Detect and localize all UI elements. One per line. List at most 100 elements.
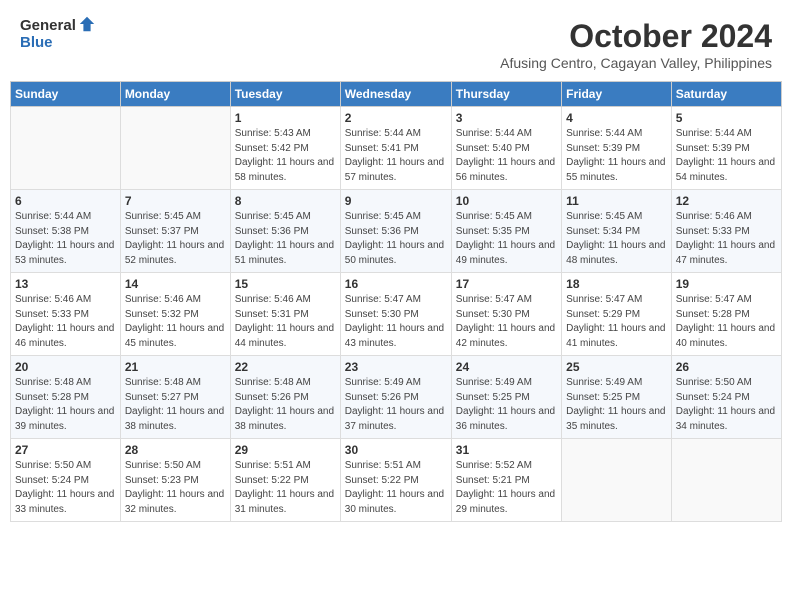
calendar-cell: 3 Sunrise: 5:44 AMSunset: 5:40 PMDaylight… [451, 107, 561, 190]
calendar-cell: 25Sunrise: 5:49 AMSunset: 5:25 PMDayligh… [562, 356, 672, 439]
day-detail: Sunrise: 5:44 AMSunset: 5:39 PMDaylight:… [676, 127, 777, 185]
day-number: 16 [345, 277, 447, 291]
calendar-cell: 1Sunrise: 5:43 AMSunset: 5:42 PMDaylight… [230, 107, 340, 190]
day-number: 30 [345, 443, 447, 457]
logo-blue-text: Blue [20, 35, 96, 52]
day-number: 17 [456, 277, 557, 291]
day-number: 26 [676, 360, 777, 374]
calendar-location: Afusing Centro, Cagayan Valley, Philippi… [500, 55, 772, 71]
calendar-table: Sunday Monday Tuesday Wednesday Thursday… [10, 81, 782, 522]
calendar-cell: 17 Sunrise: 5:47 AMSunset: 5:30 PMDayligh… [451, 273, 561, 356]
logo-general-text: General [20, 18, 76, 35]
calendar-cell: 2 Sunrise: 5:44 AMSunset: 5:41 PMDaylight… [340, 107, 451, 190]
day-detail: Sunrise: 5:49 AMSunset: 5:26 PMDaylight:… [345, 376, 447, 434]
day-detail: Sunrise: 5:51 AMSunset: 5:22 PMDaylight:… [345, 459, 447, 517]
header-row: Sunday Monday Tuesday Wednesday Thursday… [11, 82, 782, 107]
day-number: 14 [125, 277, 226, 291]
day-number: 29 [235, 443, 336, 457]
col-monday: Monday [120, 82, 230, 107]
calendar-cell: 21Sunrise: 5:48 AMSunset: 5:27 PMDayligh… [120, 356, 230, 439]
day-detail: Sunrise: 5:45 AMSunset: 5:34 PMDaylight:… [566, 210, 667, 268]
col-wednesday: Wednesday [340, 82, 451, 107]
calendar-cell: 12Sunrise: 5:46 AMSunset: 5:33 PMDayligh… [671, 190, 781, 273]
col-thursday: Thursday [451, 82, 561, 107]
calendar-cell [671, 439, 781, 522]
day-detail: Sunrise: 5:46 AMSunset: 5:31 PMDaylight:… [235, 293, 336, 351]
day-number: 9 [345, 194, 447, 208]
day-number: 4 [566, 111, 667, 125]
calendar-cell: 8 Sunrise: 5:45 AMSunset: 5:36 PMDaylight… [230, 190, 340, 273]
day-detail: Sunrise: 5:44 AMSunset: 5:38 PMDaylight:… [15, 210, 116, 268]
calendar-cell: 15 Sunrise: 5:46 AMSunset: 5:31 PMDayligh… [230, 273, 340, 356]
day-number: 1 [235, 111, 336, 125]
day-detail: Sunrise: 5:44 AMSunset: 5:39 PMDaylight:… [566, 127, 667, 185]
calendar-cell: 24 Sunrise: 5:49 AMSunset: 5:25 PMDayligh… [451, 356, 561, 439]
day-number: 24 [456, 360, 557, 374]
calendar-week-2: 6 Sunrise: 5:44 AMSunset: 5:38 PMDaylight… [11, 190, 782, 273]
calendar-cell: 19 Sunrise: 5:47 AMSunset: 5:28 PMDayligh… [671, 273, 781, 356]
calendar-cell: 22 Sunrise: 5:48 AMSunset: 5:26 PMDayligh… [230, 356, 340, 439]
col-saturday: Saturday [671, 82, 781, 107]
calendar-cell: 10Sunrise: 5:45 AMSunset: 5:35 PMDayligh… [451, 190, 561, 273]
day-detail: Sunrise: 5:45 AMSunset: 5:37 PMDaylight:… [125, 210, 226, 268]
col-friday: Friday [562, 82, 672, 107]
calendar-cell: 20 Sunrise: 5:48 AMSunset: 5:28 PMDayligh… [11, 356, 121, 439]
calendar-cell: 28Sunrise: 5:50 AMSunset: 5:23 PMDayligh… [120, 439, 230, 522]
calendar-week-5: 27Sunrise: 5:50 AMSunset: 5:24 PMDayligh… [11, 439, 782, 522]
calendar-cell: 18 Sunrise: 5:47 AMSunset: 5:29 PMDayligh… [562, 273, 672, 356]
calendar-cell: 31 Sunrise: 5:52 AMSunset: 5:21 PMDayligh… [451, 439, 561, 522]
day-detail: Sunrise: 5:44 AMSunset: 5:40 PMDaylight:… [456, 127, 557, 185]
col-sunday: Sunday [11, 82, 121, 107]
day-detail: Sunrise: 5:47 AMSunset: 5:29 PMDaylight:… [566, 293, 667, 351]
calendar-cell [11, 107, 121, 190]
day-number: 18 [566, 277, 667, 291]
day-detail: Sunrise: 5:52 AMSunset: 5:21 PMDaylight:… [456, 459, 557, 517]
calendar-cell: 5Sunrise: 5:44 AMSunset: 5:39 PMDaylight… [671, 107, 781, 190]
day-detail: Sunrise: 5:48 AMSunset: 5:28 PMDaylight:… [15, 376, 116, 434]
day-number: 6 [15, 194, 116, 208]
day-detail: Sunrise: 5:48 AMSunset: 5:27 PMDaylight:… [125, 376, 226, 434]
day-number: 31 [456, 443, 557, 457]
day-number: 20 [15, 360, 116, 374]
calendar-body: 1Sunrise: 5:43 AMSunset: 5:42 PMDaylight… [11, 107, 782, 522]
day-detail: Sunrise: 5:49 AMSunset: 5:25 PMDaylight:… [456, 376, 557, 434]
day-detail: Sunrise: 5:50 AMSunset: 5:23 PMDaylight:… [125, 459, 226, 517]
day-detail: Sunrise: 5:45 AMSunset: 5:36 PMDaylight:… [345, 210, 447, 268]
calendar-cell: 23 Sunrise: 5:49 AMSunset: 5:26 PMDayligh… [340, 356, 451, 439]
day-detail: Sunrise: 5:50 AMSunset: 5:24 PMDaylight:… [676, 376, 777, 434]
calendar-cell [562, 439, 672, 522]
day-number: 11 [566, 194, 667, 208]
day-detail: Sunrise: 5:46 AMSunset: 5:32 PMDaylight:… [125, 293, 226, 351]
day-number: 2 [345, 111, 447, 125]
day-detail: Sunrise: 5:51 AMSunset: 5:22 PMDaylight:… [235, 459, 336, 517]
calendar-cell: 7 Sunrise: 5:45 AMSunset: 5:37 PMDaylight… [120, 190, 230, 273]
day-number: 7 [125, 194, 226, 208]
calendar-cell: 9 Sunrise: 5:45 AMSunset: 5:36 PMDaylight… [340, 190, 451, 273]
calendar-week-3: 13 Sunrise: 5:46 AMSunset: 5:33 PMDayligh… [11, 273, 782, 356]
calendar-cell [120, 107, 230, 190]
day-detail: Sunrise: 5:47 AMSunset: 5:28 PMDaylight:… [676, 293, 777, 351]
calendar-cell: 27Sunrise: 5:50 AMSunset: 5:24 PMDayligh… [11, 439, 121, 522]
calendar-cell: 30 Sunrise: 5:51 AMSunset: 5:22 PMDayligh… [340, 439, 451, 522]
day-number: 13 [15, 277, 116, 291]
day-detail: Sunrise: 5:45 AMSunset: 5:35 PMDaylight:… [456, 210, 557, 268]
day-detail: Sunrise: 5:47 AMSunset: 5:30 PMDaylight:… [456, 293, 557, 351]
calendar-week-1: 1Sunrise: 5:43 AMSunset: 5:42 PMDaylight… [11, 107, 782, 190]
day-number: 12 [676, 194, 777, 208]
day-number: 15 [235, 277, 336, 291]
calendar-cell: 26 Sunrise: 5:50 AMSunset: 5:24 PMDayligh… [671, 356, 781, 439]
day-detail: Sunrise: 5:44 AMSunset: 5:41 PMDaylight:… [345, 127, 447, 185]
day-number: 3 [456, 111, 557, 125]
day-number: 22 [235, 360, 336, 374]
day-detail: Sunrise: 5:45 AMSunset: 5:36 PMDaylight:… [235, 210, 336, 268]
day-number: 19 [676, 277, 777, 291]
title-block: October 2024 Afusing Centro, Cagayan Val… [500, 18, 772, 71]
day-detail: Sunrise: 5:48 AMSunset: 5:26 PMDaylight:… [235, 376, 336, 434]
calendar-cell: 14 Sunrise: 5:46 AMSunset: 5:32 PMDayligh… [120, 273, 230, 356]
day-number: 23 [345, 360, 447, 374]
day-number: 8 [235, 194, 336, 208]
logo-icon [78, 15, 96, 33]
day-detail: Sunrise: 5:46 AMSunset: 5:33 PMDaylight:… [15, 293, 116, 351]
day-detail: Sunrise: 5:50 AMSunset: 5:24 PMDaylight:… [15, 459, 116, 517]
calendar-header: Sunday Monday Tuesday Wednesday Thursday… [11, 82, 782, 107]
